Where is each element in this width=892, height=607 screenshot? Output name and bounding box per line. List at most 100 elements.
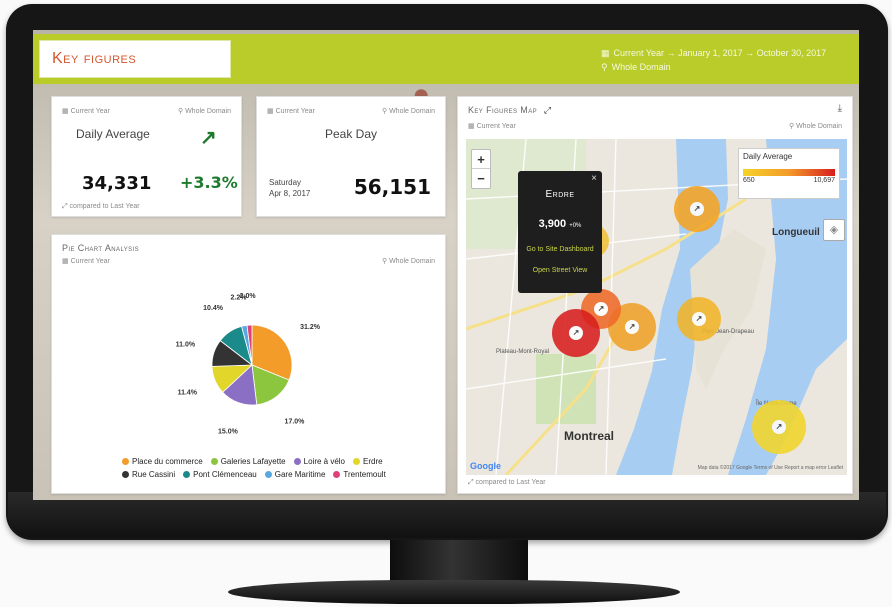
legend-item[interactable]: Galeries Lafayette <box>210 455 286 468</box>
legend-item[interactable]: Trentemoult <box>333 468 386 481</box>
popup-unit: +0% <box>569 223 582 229</box>
peak-weekday: Saturday <box>269 178 302 187</box>
daily-average-change: +3.3% <box>180 173 238 192</box>
legend-swatch <box>122 471 129 479</box>
site-marker[interactable]: ↗ <box>677 297 721 341</box>
map-label-montreal: Montreal <box>564 429 615 443</box>
calendar-icon: ▦ <box>62 108 71 115</box>
legend-label: Trentemoult <box>343 470 386 479</box>
page-title-box: Key figures <box>39 40 231 78</box>
arrow-icon: ↗ <box>594 302 608 316</box>
pie-chart-card: Pie Chart Analysis ▦ Current Year ⚲ Whol… <box>51 234 446 494</box>
legend-label: Erdre <box>363 457 383 466</box>
close-icon[interactable]: × <box>591 173 597 184</box>
legend-swatch <box>264 471 272 479</box>
legend-label: Loire à vélo <box>303 457 345 466</box>
legend-label: Gare Maritime <box>274 470 326 479</box>
legend-item[interactable]: Gare Maritime <box>264 468 326 481</box>
site-marker[interactable]: ↗ <box>752 400 806 454</box>
calendar-icon: ▦ <box>267 108 276 115</box>
period-range[interactable]: → January 1, 2017 → October 30, 2017 <box>667 48 827 58</box>
color-scale <box>743 169 835 176</box>
card-period: Current Year <box>476 123 516 130</box>
legend-swatch <box>210 458 218 466</box>
card-period: Current Year <box>70 258 110 265</box>
arrow-icon: ↗ <box>569 326 583 340</box>
pie-slice-label: 15.0% <box>218 429 239 436</box>
scope-label[interactable]: Whole Domain <box>612 62 671 72</box>
map-legend-title: Daily Average <box>743 152 793 161</box>
legend-item[interactable]: Loire à vélo <box>293 455 345 468</box>
download-icon[interactable]: ⤓ <box>838 103 842 114</box>
popup-value: 3,900 <box>538 218 567 230</box>
legend-swatch <box>333 471 341 479</box>
site-marker[interactable]: ↗ <box>552 309 600 357</box>
trend-up-icon: ↗ <box>200 127 217 149</box>
page-title: Key figures <box>52 50 137 67</box>
location-pin-icon: ⚲ <box>601 62 608 72</box>
pie-slice-label: 2.0% <box>240 293 257 300</box>
period-label[interactable]: Current Year <box>614 48 665 58</box>
peak-day-card: ▦ Current Year ⚲ Whole Domain Peak Day S… <box>256 96 446 217</box>
street-view-link[interactable]: Open Street View <box>518 267 602 274</box>
pie-card-title: Pie Chart Analysis <box>62 243 140 253</box>
zoom-control[interactable]: + − <box>471 149 491 189</box>
compare-icon: ⤢ <box>468 479 476 486</box>
header-filters[interactable]: ▦ Current Year → January 1, 2017 → Octobe… <box>601 46 826 74</box>
pie-slice-label: 31.2% <box>300 324 321 331</box>
pie-slice-label: 10.4% <box>203 305 224 312</box>
card-title: Daily Average <box>76 127 150 141</box>
map-view[interactable]: Montreal Longueuil Parc Jean-Drapeau Pla… <box>466 139 847 475</box>
card-scope: Whole Domain <box>389 108 435 115</box>
daily-average-card: ▦ Current Year ⚲ Whole Domain Daily Aver… <box>51 96 242 217</box>
legend-item[interactable]: Rue Cassini <box>122 468 175 481</box>
zoom-out-button[interactable]: − <box>472 169 490 188</box>
monitor-base <box>228 580 680 604</box>
pie-slice-label: 11.4% <box>178 390 198 397</box>
map-footnote: compared to Last Year <box>475 479 546 486</box>
monitor-scene: Key figures ▦ Current Year → January 1, 2… <box>0 0 892 607</box>
card-title: Peak Day <box>324 127 378 141</box>
map-label-longueuil: Longueuil <box>772 227 820 238</box>
legend-item[interactable]: Place du commerce <box>122 455 203 468</box>
site-marker[interactable]: ↗ <box>674 186 720 232</box>
google-logo: Google <box>470 461 501 471</box>
peak-day-value: 56,151 <box>353 175 431 199</box>
legend-swatch <box>293 458 301 466</box>
daily-average-value: 34,331 <box>82 173 152 194</box>
card-period: Current Year <box>275 108 315 115</box>
legend-label: Place du commerce <box>132 457 203 466</box>
pie-legend: Place du commerce Galeries Lafayette Loire… <box>122 455 422 481</box>
popup-title: Erdre <box>545 189 575 200</box>
zoom-in-button[interactable]: + <box>472 150 490 169</box>
legend-item[interactable]: Erdre <box>353 455 383 468</box>
arrow-icon: ↗ <box>692 312 706 326</box>
pie-slice-label: 11.0% <box>176 342 196 349</box>
map-attribution[interactable]: Map data ©2017 Google Terms of Use Repor… <box>698 465 843 471</box>
dashboard-link[interactable]: Go to Site Dashboard <box>518 246 602 253</box>
arrow-icon: ↗ <box>772 420 786 434</box>
legend-swatch <box>353 458 360 466</box>
legend-item[interactable]: Pont Clémenceau <box>183 468 257 481</box>
expand-icon[interactable]: ⤢ <box>544 105 552 115</box>
calendar-icon: ▦ <box>62 258 71 265</box>
map-legend: Daily Average 650 10,697 <box>738 148 840 199</box>
pie-slice-label: 17.0% <box>285 419 306 426</box>
arrow-icon: ↗ <box>690 202 704 216</box>
legend-label: Rue Cassini <box>132 470 176 479</box>
arrow-icon: ↗ <box>625 320 639 334</box>
map-label-plateau: Plateau-Mont-Royal <box>496 349 550 355</box>
pie-chart[interactable]: 31.2%17.0%15.0%11.4%11.0%10.4%2.2%2.0% <box>52 265 447 480</box>
calendar-icon: ▦ <box>601 48 610 58</box>
legend-label: Galeries Lafayette <box>220 457 286 466</box>
legend-swatch <box>183 471 191 479</box>
peak-date: Apr 8, 2017 <box>269 189 311 198</box>
card-scope: Whole Domain <box>185 108 231 115</box>
dashboard-screen: Key figures ▦ Current Year → January 1, 2… <box>33 30 859 500</box>
layers-icon[interactable]: ◈ <box>823 219 845 241</box>
monitor-neck <box>390 540 528 582</box>
card-scope: Whole Domain <box>389 258 435 265</box>
map-card: Key Figures Map ⤢ ⤓ ▦ Current Year ⚲ Who… <box>457 96 853 494</box>
card-period: Current Year <box>70 108 110 115</box>
compare-icon: ⤢ <box>62 203 70 210</box>
